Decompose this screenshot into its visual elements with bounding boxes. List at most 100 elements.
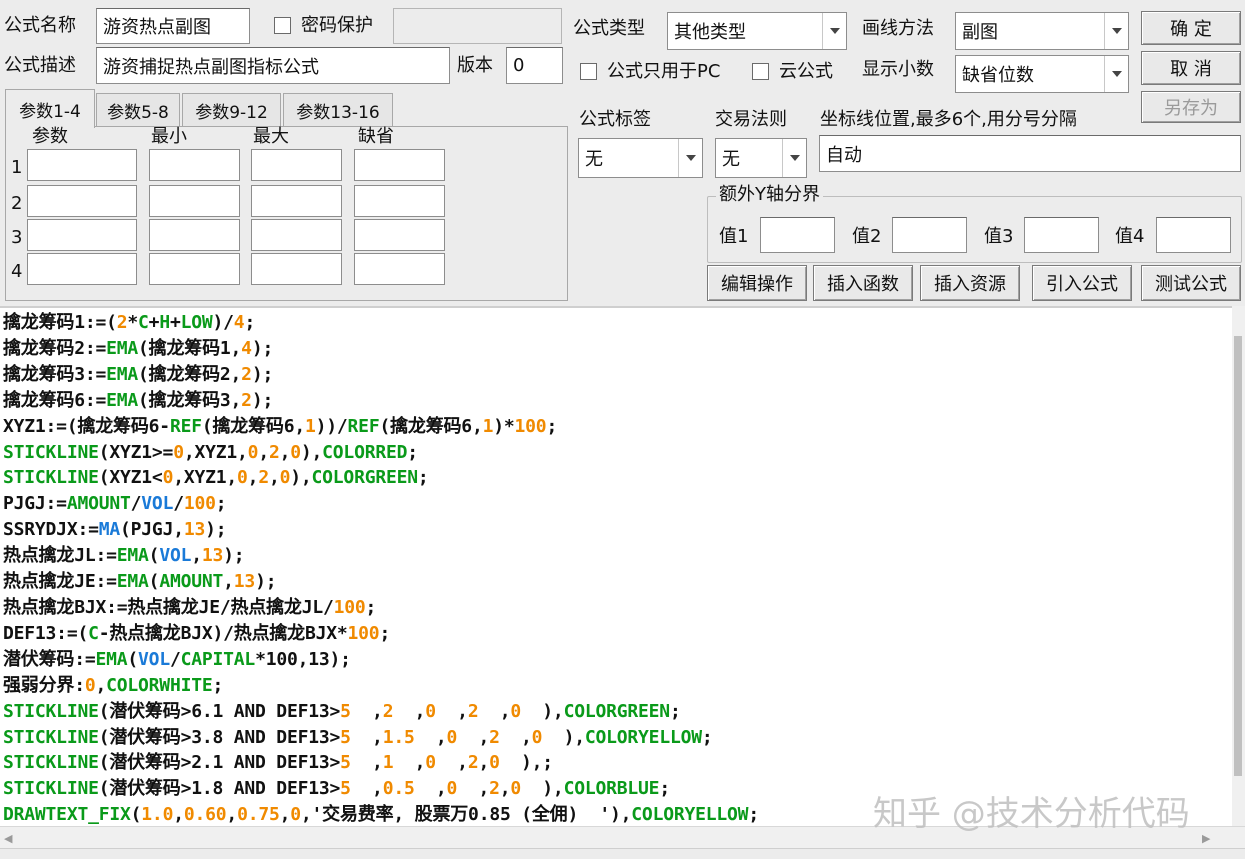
code-token: 0 [446,726,458,748]
scroll-right-icon[interactable]: ▶ [1202,832,1210,845]
param-min-input[interactable] [149,219,240,251]
code-token: 100 [183,493,216,515]
code-editor[interactable]: 擒龙筹码1:=(2*C+H+LOW)/4; 擒龙筹码2:=EMA(擒龙筹码1,4)… [0,306,1232,826]
chevron-down-icon[interactable] [1104,56,1128,92]
tab-params-9-12[interactable]: 参数9-12 [182,93,281,126]
chevron-down-icon[interactable] [822,13,846,49]
cloud-formula-checkbox[interactable] [752,63,769,80]
ok-button[interactable]: 确 定 [1141,11,1241,45]
tab-params-5-8[interactable]: 参数5-8 [96,93,180,126]
formula-tag-select[interactable]: 无 [578,138,703,178]
param-max-input[interactable] [251,219,342,251]
code-token: ; [546,415,558,437]
scroll-left-icon[interactable]: ◀ [4,832,12,845]
param-default-input[interactable] [354,253,445,285]
password-input[interactable] [393,8,562,44]
chevron-down-icon[interactable] [1104,13,1128,49]
test-formula-button[interactable]: 测试公式 [1141,265,1241,301]
pc-only-label: 公式只用于PC [607,61,721,82]
param-name-input[interactable] [27,185,137,217]
code-line[interactable]: 热点擒龙JE:=EMA(AMOUNT,13); [3,569,1232,595]
code-token: ; [417,467,429,489]
code-line[interactable]: STICKLINE(潜伏筹码>2.1 AND DEF13>5 ,1 ,0 ,2,… [3,750,1232,776]
code-token: 4 [241,337,252,359]
code-line[interactable]: STICKLINE(XYZ1<0,XYZ1,0,2,0),COLORGREEN; [3,465,1232,491]
formula-name-input[interactable]: 游资热点副图 [96,8,250,44]
value1-input[interactable] [760,217,835,253]
code-token: (潜伏筹码>1.8 AND DEF13> [98,778,341,800]
save-as-button[interactable]: 另存为 [1141,91,1241,123]
code-line[interactable]: 强弱分界:0,COLORWHITE; [3,673,1232,699]
import-formula-button[interactable]: 引入公式 [1032,265,1132,301]
pc-only-checkbox[interactable] [580,63,597,80]
code-token: , [499,726,532,748]
formula-desc-label: 公式描述 [4,55,76,76]
cancel-button[interactable]: 取 消 [1141,51,1241,85]
code-text[interactable]: 擒龙筹码1:=(2*C+H+LOW)/4; 擒龙筹码2:=EMA(擒龙筹码1,4)… [0,308,1232,826]
code-token: (XYZ1< [98,467,163,489]
value3-input[interactable] [1024,217,1099,253]
code-line[interactable]: 热点擒龙JL:=EMA(VOL,13); [3,543,1232,569]
vertical-scrollbar[interactable] [1232,306,1245,826]
code-token: 5 [340,778,351,800]
code-token: ),; [499,752,553,774]
param-default-input[interactable] [354,185,445,217]
code-token: )/ [212,312,234,333]
code-line[interactable]: STICKLINE(潜伏筹码>3.8 AND DEF13>5 ,1.5 ,0 ,… [3,725,1232,751]
code-token: *100,13); [255,648,351,670]
insert-resource-button[interactable]: 插入资源 [920,265,1020,301]
code-token: 0 [247,441,259,463]
code-token: CAPITAL [180,648,256,670]
draw-method-select[interactable]: 副图 [955,12,1129,50]
decimals-select[interactable]: 缺省位数 [955,55,1129,93]
code-line[interactable]: SSRYDJX:=MA(PJGJ,13); [3,517,1232,543]
code-line[interactable]: 擒龙筹码1:=(2*C+H+LOW)/4; [3,310,1232,336]
code-line[interactable]: 潜伏筹码:=EMA(VOL/CAPITAL*100,13); [3,647,1232,673]
param-min-input[interactable] [149,253,240,285]
chevron-down-icon[interactable] [782,139,806,177]
code-line[interactable]: 擒龙筹码2:=EMA(擒龙筹码1,4); [3,336,1232,362]
value2-input[interactable] [892,217,967,253]
edit-ops-button[interactable]: 编辑操作 [707,265,807,301]
tab-params-13-16[interactable]: 参数13-16 [283,93,393,126]
chevron-down-icon[interactable] [678,139,702,177]
formula-desc-input[interactable]: 游资捕捉热点副图指标公式 [96,47,450,84]
param-row-number: 4 [11,261,23,282]
formula-type-select[interactable]: 其他类型 [667,12,847,50]
code-line[interactable]: 擒龙筹码3:=EMA(擒龙筹码2,2); [3,362,1232,388]
code-line[interactable]: DEF13:=(C-热点擒龙BJX)/热点擒龙BJX*100; [3,621,1232,647]
param-min-input[interactable] [149,185,240,217]
param-min-input[interactable] [149,149,240,181]
param-default-input[interactable] [354,219,445,251]
trade-rule-select[interactable]: 无 [715,138,807,178]
code-line[interactable]: XYZ1:=(擒龙筹码6-REF(擒龙筹码6,1))/REF(擒龙筹码6,1)*… [3,414,1232,440]
param-max-input[interactable] [251,149,342,181]
code-token: 5 [340,752,351,774]
code-token: COLORRED [322,441,408,463]
param-name-input[interactable] [27,219,137,251]
param-name-input[interactable] [27,149,137,181]
code-line[interactable]: STICKLINE(XYZ1>=0,XYZ1,0,2,0),COLORRED; [3,440,1232,466]
code-line[interactable]: 擒龙筹码6:=EMA(擒龙筹码3,2); [3,388,1232,414]
password-checkbox[interactable] [274,17,291,34]
insert-function-button[interactable]: 插入函数 [813,265,913,301]
decimals-value: 缺省位数 [962,65,1034,86]
param-max-input[interactable] [251,185,342,217]
param-name-input[interactable] [27,253,137,285]
param-default-input[interactable] [354,149,445,181]
code-line[interactable]: PJGJ:=AMOUNT/VOL/100; [3,491,1232,517]
code-token: (擒龙筹码3, [138,389,242,411]
code-token: 2 [489,726,500,748]
coord-line-input[interactable]: 自动 [819,135,1241,172]
param-max-input[interactable] [251,253,342,285]
code-line[interactable]: 热点擒龙BJX:=热点擒龙JE/热点擒龙JL/100; [3,595,1232,621]
code-token: 0 [510,700,522,722]
code-token: ; [701,726,713,748]
code-line[interactable]: STICKLINE(潜伏筹码>6.1 AND DEF13>5 ,2 ,0 ,2 … [3,699,1232,725]
code-token: 0 [290,804,301,826]
value4-input[interactable] [1156,217,1231,253]
vertical-scroll-thumb[interactable] [1234,336,1242,776]
code-token: , [279,804,291,826]
tab-params-1-4[interactable]: 参数1-4 [5,89,95,128]
version-input[interactable]: 0 [506,47,563,84]
